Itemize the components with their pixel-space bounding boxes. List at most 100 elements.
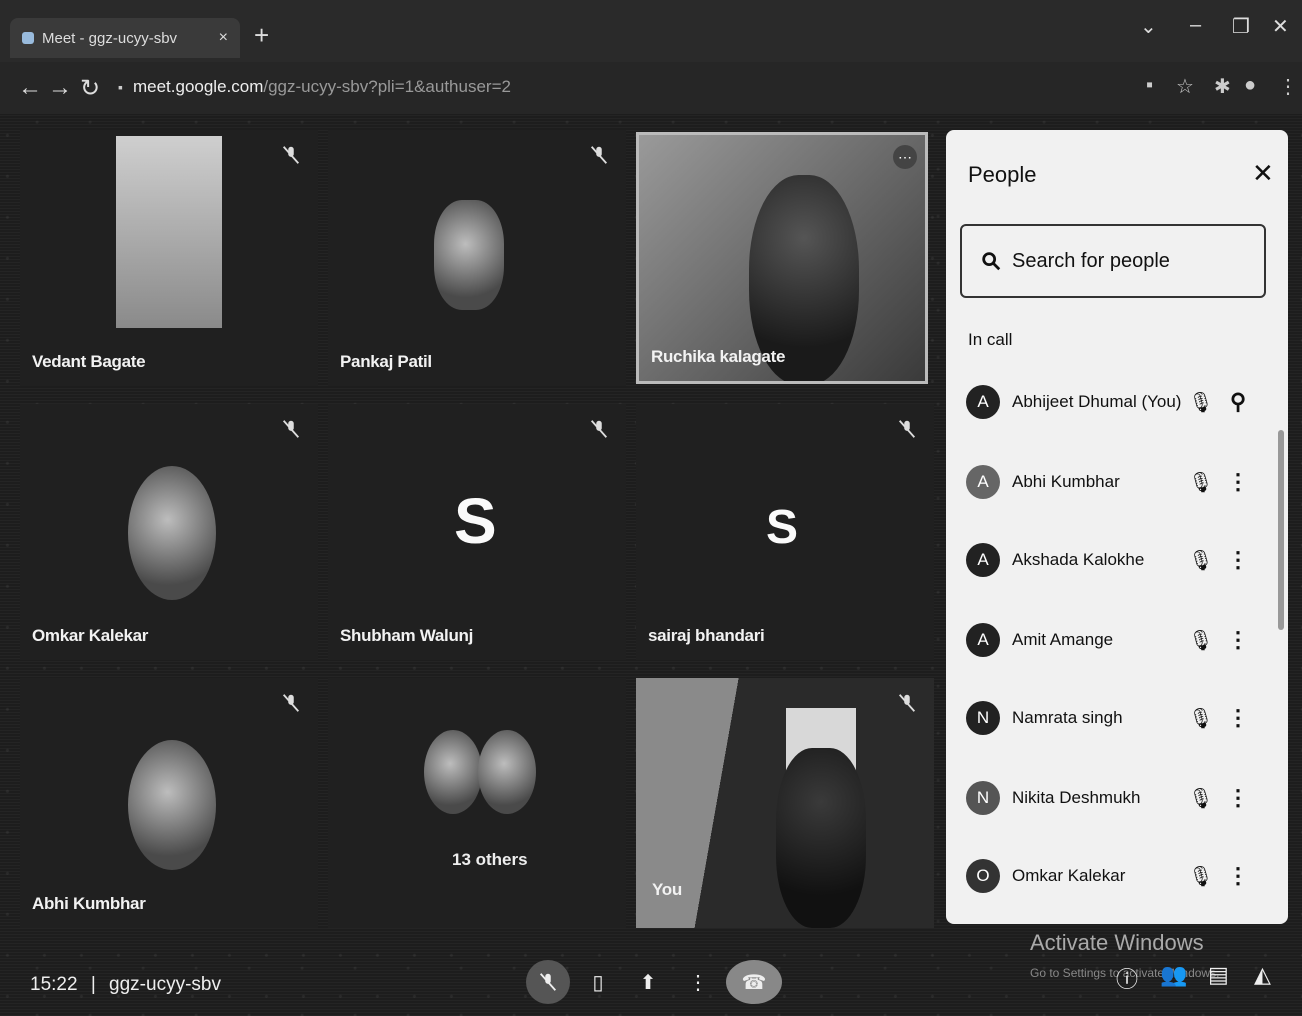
tab-close-icon[interactable]: × (219, 29, 228, 47)
present-button[interactable]: ⬆ (626, 960, 670, 1004)
participant-tile[interactable]: S Shubham Walunj (328, 404, 626, 660)
new-tab-button[interactable]: + (254, 20, 269, 51)
muted-mic-icon: 🎙 (1188, 707, 1214, 730)
person-name: Namrata singh (1012, 708, 1123, 727)
browser-menu-icon[interactable]: ⋮ (1278, 74, 1298, 99)
muted-mic-icon (282, 420, 300, 438)
muted-mic-icon: 🎙 (1188, 549, 1214, 572)
profile-icon[interactable]: ● (1244, 74, 1256, 97)
avatar: A (966, 543, 1000, 577)
muted-mic-icon (282, 694, 300, 712)
activate-windows-title: Activate Windows (1030, 930, 1204, 955)
people-list-item[interactable]: N Namrata singh 🎙 ⋮ (966, 694, 1266, 742)
participant-tile[interactable]: Omkar Kalekar (20, 404, 318, 660)
avatar: A (966, 385, 1000, 419)
activities-icon[interactable]: ◭ (1254, 962, 1271, 988)
avatar: A (966, 465, 1000, 499)
more-options-icon[interactable]: ⋮ (1218, 705, 1258, 731)
others-count: 13 others (452, 850, 528, 869)
participant-tile[interactable]: S sairaj bhandari (636, 404, 934, 660)
more-options-icon[interactable]: ⋮ (1218, 469, 1258, 495)
avatar: A (966, 623, 1000, 657)
url-field[interactable]: ▪ meet.google.com /ggz-ucyy-sbv?pli=1&au… (118, 72, 1098, 102)
more-options-icon[interactable]: ⋮ (1218, 547, 1258, 573)
participant-name: Shubham Walunj (340, 626, 474, 645)
end-call-icon: ☎ (741, 971, 767, 994)
muted-mic-icon (898, 694, 916, 712)
participant-name: Omkar Kalekar (32, 626, 149, 645)
active-speaker-tile[interactable]: ⋯ Ruchika kalagate (636, 132, 928, 384)
mic-toggle-button[interactable] (526, 960, 570, 1004)
chat-icon[interactable]: ▤ (1208, 962, 1229, 988)
extensions-icon[interactable]: ✱ (1214, 74, 1231, 99)
people-list-item[interactable]: O Omkar Kalekar 🎙 ⋮ (966, 852, 1266, 900)
others-tile[interactable]: 13 others (328, 678, 626, 928)
search-placeholder: Search for people (1012, 249, 1170, 272)
people-list-item[interactable]: A Abhijeet Dhumal (You) 🎙 ⚲ (966, 378, 1266, 426)
participant-tile[interactable]: Pankaj Patil (328, 130, 626, 386)
participant-video (434, 200, 504, 310)
more-vert-icon: ⋮ (688, 971, 708, 994)
tab-title: Meet - ggz-ucyy-sbv (42, 29, 178, 47)
person-name: Abhijeet Dhumal (You) (1012, 392, 1182, 411)
person-name: Amit Amange (1012, 630, 1114, 649)
muted-mic-icon: 🎙 (1188, 391, 1214, 414)
forward-icon[interactable]: → (48, 74, 72, 102)
people-list-item[interactable]: N Nikita Deshmukh 🎙 ⋮ (966, 774, 1266, 822)
browser-tab[interactable]: Meet - ggz-ucyy-sbv × (10, 18, 240, 58)
people-list-item[interactable]: A Amit Amange 🎙 ⋮ (966, 616, 1266, 664)
bookmark-star-icon[interactable]: ☆ (1176, 74, 1194, 99)
panel-scrollbar[interactable] (1278, 430, 1284, 630)
search-people-input[interactable]: Search for people (960, 224, 1266, 298)
people-list-item[interactable]: A Akshada Kalokhe 🎙 ⋮ (966, 536, 1266, 584)
camera-icon: ▯ (592, 971, 604, 994)
tab-search-icon[interactable]: ⌄ (1140, 14, 1157, 39)
camera-toggle-button[interactable]: ▯ (576, 960, 620, 1004)
participant-initial: S (766, 501, 799, 554)
people-panel: People ✕ Search for people In call A Abh… (946, 130, 1288, 924)
meeting-time: 15:22 (30, 974, 78, 995)
meeting-info-separator: | (90, 974, 96, 995)
meeting-code: ggz-ucyy-sbv (109, 974, 221, 995)
muted-mic-icon (590, 420, 608, 438)
info-icon[interactable]: ⓘ (1116, 962, 1138, 994)
meet-favicon-icon (22, 32, 34, 44)
people-icon[interactable]: 👥 (1160, 962, 1187, 988)
more-options-icon[interactable]: ⋮ (1218, 627, 1258, 653)
others-avatar (424, 730, 482, 814)
muted-mic-icon: 🎙 (1188, 787, 1214, 810)
minimize-button[interactable]: – (1190, 14, 1201, 37)
pin-icon[interactable]: ⚲ (1218, 389, 1258, 415)
more-options-icon[interactable]: ⋮ (1218, 785, 1258, 811)
participant-tile[interactable]: Abhi Kumbhar (20, 678, 318, 928)
muted-mic-icon (282, 146, 300, 164)
leave-call-button[interactable]: ☎ (726, 960, 782, 1004)
muted-mic-icon: 🎙 (1188, 471, 1214, 494)
participant-name: Abhi Kumbhar (32, 894, 146, 913)
others-avatar (478, 730, 536, 814)
muted-mic-icon: 🎙 (1188, 865, 1214, 888)
participant-avatar (128, 466, 216, 600)
person-name: Nikita Deshmukh (1012, 788, 1141, 807)
person-name: Omkar Kalekar (1012, 866, 1126, 885)
avatar: O (966, 859, 1000, 893)
reload-icon[interactable]: ↻ (80, 74, 100, 103)
meeting-info: 15:22 | ggz-ucyy-sbv (30, 974, 221, 996)
more-options-icon[interactable]: ⋮ (1218, 863, 1258, 889)
avatar: N (966, 781, 1000, 815)
participant-name: Pankaj Patil (340, 352, 432, 371)
mic-off-icon (539, 973, 557, 991)
muted-mic-icon: 🎙 (1188, 629, 1214, 652)
camera-indicator-icon[interactable]: ▪ (1146, 74, 1153, 97)
self-tile[interactable]: You (636, 678, 934, 928)
muted-mic-icon (590, 146, 608, 164)
people-list-item[interactable]: A Abhi Kumbhar 🎙 ⋮ (966, 458, 1266, 506)
participant-tile[interactable]: Vedant Bagate (20, 130, 318, 386)
back-icon[interactable]: ← (18, 74, 42, 102)
close-window-button[interactable]: ✕ (1272, 14, 1289, 39)
search-icon (982, 252, 1001, 271)
tile-options-icon[interactable]: ⋯ (893, 145, 917, 169)
maximize-button[interactable]: ❐ (1232, 14, 1250, 39)
more-options-button[interactable]: ⋮ (676, 960, 720, 1004)
close-panel-button[interactable]: ✕ (1252, 158, 1274, 189)
